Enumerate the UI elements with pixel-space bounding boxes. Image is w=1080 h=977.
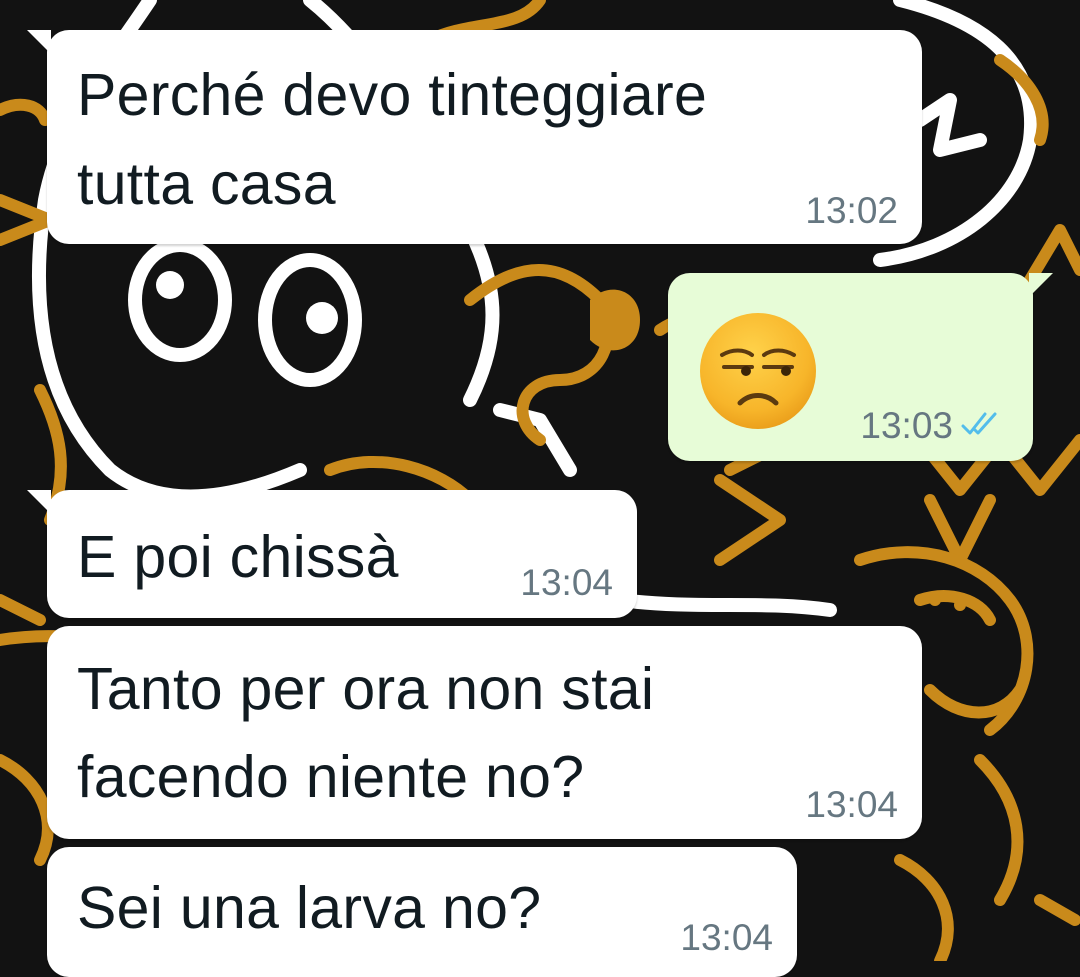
read-receipt-icon	[961, 412, 997, 435]
message-text-line: Sei una larva no?	[77, 875, 542, 941]
bubble-tail	[27, 490, 51, 514]
message-timestamp: 13:03	[860, 405, 953, 446]
message-text-line: Perché devo tinteggiare	[77, 62, 708, 128]
message-text-line: Tanto per ora non stai	[77, 656, 655, 722]
message-text-line: E poi chissà	[77, 524, 399, 590]
unamused-face-emoji-icon	[700, 313, 816, 429]
message-timestamp: 13:04	[520, 562, 613, 603]
message-bubble-incoming[interactable]: Perché devo tinteggiare tutta casa 13:02	[27, 30, 922, 244]
message-timestamp: 13:04	[680, 917, 773, 958]
message-text-line: tutta casa	[77, 151, 336, 217]
message-bubble-outgoing[interactable]: 13:03	[668, 273, 1053, 461]
message-bubble-incoming[interactable]: E poi chissà 13:04	[27, 490, 637, 618]
message-bubble-incoming[interactable]: Tanto per ora non stai facendo niente no…	[47, 626, 922, 839]
message-bubble-incoming[interactable]: Sei una larva no? 13:04	[47, 847, 797, 977]
bubble-tail	[1029, 273, 1053, 297]
message-timestamp: 13:02	[805, 190, 898, 231]
bubble-tail	[27, 30, 51, 54]
message-text-line: facendo niente no?	[77, 744, 585, 810]
message-timestamp: 13:04	[805, 784, 898, 825]
